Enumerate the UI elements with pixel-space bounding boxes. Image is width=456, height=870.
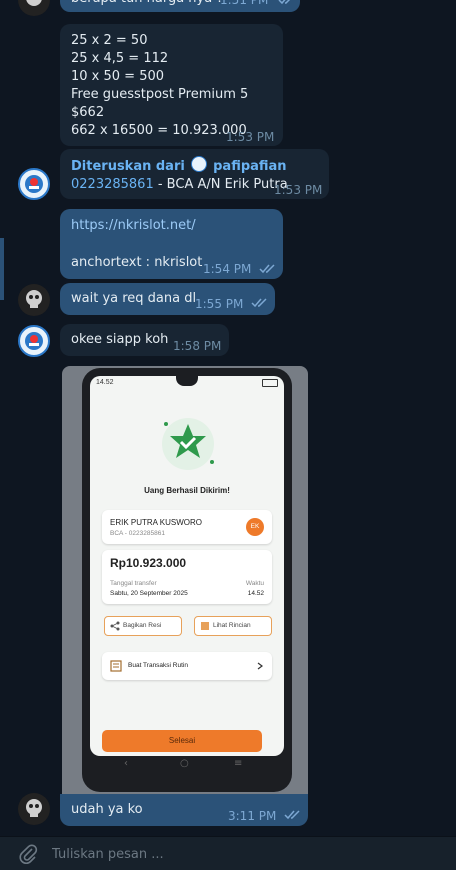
message-text: wait ya req dana dl bbox=[71, 291, 197, 306]
message-bubble[interactable]: berapa tuh harga nya ? 1:51 PM bbox=[60, 0, 300, 12]
double-check-icon bbox=[284, 810, 300, 820]
attach-icon[interactable] bbox=[17, 843, 39, 865]
view-details-label: Lihat Rincian bbox=[213, 622, 251, 629]
check-circle-icon bbox=[162, 418, 214, 470]
phone-link[interactable]: 0223285861 bbox=[71, 177, 154, 192]
routine-transaction-label: Buat Transaksi Rutin bbox=[128, 662, 188, 669]
time-label: Waktu bbox=[245, 580, 264, 587]
recipient-initials: EK bbox=[246, 518, 264, 536]
forwarded-message[interactable]: Diteruskan dari pafipafian 0223285861 - … bbox=[60, 149, 329, 199]
message-line: 662 x 16500 = 10.923.000 bbox=[71, 123, 247, 138]
avatar-contact[interactable] bbox=[18, 325, 50, 357]
message-line: $662 bbox=[71, 105, 105, 120]
avatar-contact[interactable] bbox=[18, 168, 50, 200]
message-bubble[interactable]: okee siapp koh 1:58 PM bbox=[60, 324, 229, 356]
chevron-right-icon bbox=[257, 662, 263, 670]
double-check-icon bbox=[251, 298, 267, 308]
message-time: 1:53 PM bbox=[274, 183, 323, 197]
avatar-self[interactable] bbox=[18, 0, 50, 16]
photo-caption-bubble[interactable]: udah ya ko 3:11 PM bbox=[60, 794, 308, 826]
message-text: - BCA A/N Erik Putra bbox=[153, 177, 288, 192]
photo-attachment[interactable]: 14.52 Uang Berhasil Dikirim! ERIK PUTRA … bbox=[62, 366, 308, 794]
message-bubble[interactable]: 25 x 2 = 50 25 x 4,5 = 112 10 x 50 = 500… bbox=[60, 24, 283, 146]
double-check-icon bbox=[259, 264, 275, 274]
message-line: Free guesstpost Premium 5 bbox=[71, 87, 249, 102]
receipt-icon bbox=[110, 660, 122, 672]
message-input-bar bbox=[0, 836, 456, 870]
amount-card: Rp10.923.000 Tanggal transfer Sabtu, 20 … bbox=[102, 550, 272, 604]
photo-caption: udah ya ko bbox=[71, 802, 143, 817]
phone-nav-bar: ‹ ○ ≡ bbox=[124, 758, 243, 769]
transfer-amount: Rp10.923.000 bbox=[110, 556, 187, 570]
message-text: berapa tuh harga nya ? bbox=[71, 0, 223, 8]
message-text: anchortext : nkrislot bbox=[71, 255, 203, 270]
recipient-name: ERIK PUTRA KUSWORO bbox=[110, 518, 203, 527]
date-value: Sabtu, 20 September 2025 bbox=[110, 590, 188, 597]
date-label: Tanggal transfer bbox=[110, 580, 157, 587]
share-receipt-label: Bagikan Resi bbox=[123, 622, 162, 629]
message-time: 1:53 PM bbox=[226, 130, 275, 144]
message-time: 1:58 PM bbox=[173, 339, 222, 353]
forward-source-avatar[interactable] bbox=[190, 156, 207, 172]
done-label: Selesai bbox=[168, 736, 196, 745]
share-receipt-button: Bagikan Resi bbox=[104, 616, 182, 636]
double-check-icon bbox=[278, 0, 291, 5]
view-details-button: Lihat Rincian bbox=[194, 616, 272, 636]
selection-indicator bbox=[0, 238, 4, 300]
time-value: 14.52 bbox=[247, 590, 264, 597]
message-bubble[interactable]: https://nkrislot.net/ anchortext : nkris… bbox=[60, 209, 283, 279]
receipt-icon bbox=[201, 622, 209, 630]
success-title: Uang Berhasil Dikirim! bbox=[144, 486, 230, 495]
avatar-self[interactable] bbox=[18, 284, 50, 316]
done-button: Selesai bbox=[102, 730, 262, 752]
recipient-card: ERIK PUTRA KUSWORO BCA - 0223285861 EK bbox=[102, 510, 272, 544]
avatar-self[interactable] bbox=[18, 793, 50, 825]
recipient-account: BCA - 0223285861 bbox=[110, 530, 165, 537]
message-input[interactable] bbox=[50, 841, 434, 867]
message-time: 3:11 PM bbox=[228, 809, 277, 823]
phone-photo: 14.52 Uang Berhasil Dikirim! ERIK PUTRA … bbox=[82, 368, 292, 792]
message-time: 1:54 PM bbox=[203, 262, 252, 276]
message-line: 10 x 50 = 500 bbox=[71, 69, 165, 84]
message-time: 1:51 PM bbox=[220, 0, 269, 7]
chat-history[interactable]: berapa tuh harga nya ? 1:51 PM 25 x 2 = … bbox=[0, 0, 456, 836]
phone-status-time: 14.52 bbox=[96, 379, 114, 386]
message-text: okee siapp koh bbox=[71, 332, 169, 347]
url-link[interactable]: https://nkrislot.net/ bbox=[71, 217, 196, 235]
message-line: 25 x 2 = 50 bbox=[71, 33, 148, 48]
message-line: 25 x 4,5 = 112 bbox=[71, 51, 169, 66]
message-bubble[interactable]: wait ya req dana dl 1:55 PM bbox=[60, 283, 275, 315]
share-icon bbox=[110, 621, 120, 631]
message-time: 1:55 PM bbox=[195, 297, 244, 311]
forward-prefix: Diteruskan dari bbox=[71, 159, 185, 174]
forward-source-name[interactable]: pafipafian bbox=[213, 159, 286, 174]
routine-transaction-row: Buat Transaksi Rutin bbox=[102, 652, 272, 680]
phone-screen: 14.52 Uang Berhasil Dikirim! ERIK PUTRA … bbox=[90, 376, 284, 756]
